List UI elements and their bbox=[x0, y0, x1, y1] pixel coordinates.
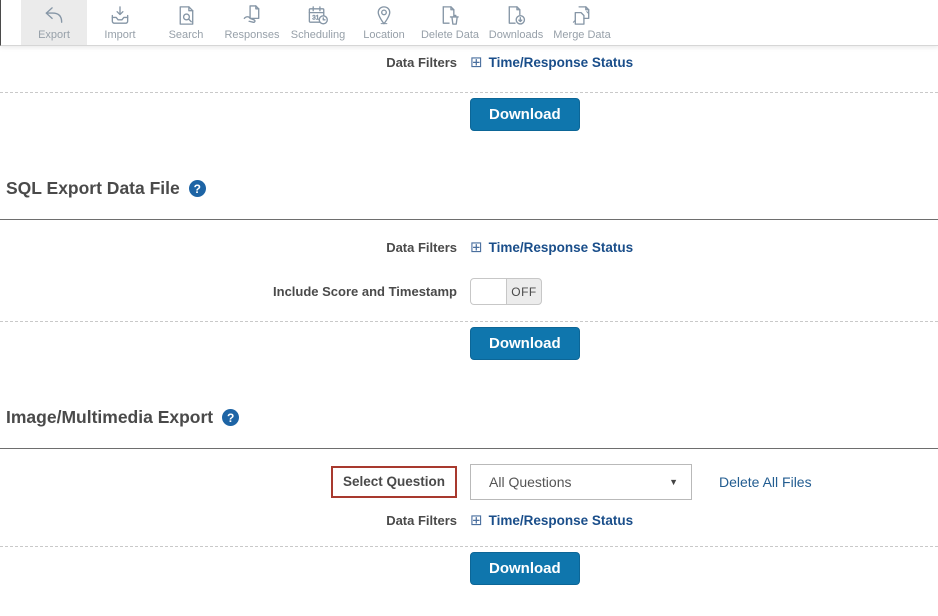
toolbar-item-responses[interactable]: Responses bbox=[219, 0, 285, 45]
section-top-export: Data Filters ⊞ Time/Response Status Down… bbox=[0, 55, 938, 154]
toolbar-item-label: Responses bbox=[224, 29, 279, 41]
time-response-status-label: Time/Response Status bbox=[489, 240, 634, 255]
help-icon[interactable]: ? bbox=[189, 180, 206, 197]
toolbar-item-scheduling[interactable]: 31 Scheduling bbox=[285, 0, 351, 45]
select-question-label-highlighted: Select Question bbox=[331, 466, 457, 498]
data-filters-label: Data Filters bbox=[0, 240, 457, 255]
toolbar-item-location[interactable]: Location bbox=[351, 0, 417, 45]
toolbar-item-import[interactable]: Import bbox=[87, 0, 153, 45]
section-media-export: Image/Multimedia Export ? Select Questio… bbox=[0, 407, 938, 608]
data-filters-label: Data Filters bbox=[0, 513, 457, 528]
toolbar-item-merge-data[interactable]: Merge Data bbox=[549, 0, 615, 45]
sql-export-title: SQL Export Data File bbox=[6, 178, 180, 199]
responses-icon bbox=[240, 4, 264, 27]
toolbar-item-export[interactable]: Export bbox=[21, 0, 87, 45]
toolbar-item-label: Location bbox=[363, 29, 405, 41]
download-button[interactable]: Download bbox=[470, 98, 580, 131]
location-icon bbox=[372, 4, 396, 27]
chevron-down-icon: ▼ bbox=[669, 477, 678, 487]
media-export-heading: Image/Multimedia Export ? bbox=[6, 407, 938, 428]
toolbar-item-label: Merge Data bbox=[553, 29, 610, 41]
help-icon[interactable]: ? bbox=[222, 409, 239, 426]
merge-data-icon bbox=[570, 4, 594, 27]
delete-all-files-link[interactable]: Delete All Files bbox=[719, 474, 812, 490]
expand-icon: ⊞ bbox=[470, 55, 483, 70]
toolbar-item-delete-data[interactable]: Delete Data bbox=[417, 0, 483, 45]
expand-icon: ⊞ bbox=[470, 513, 483, 528]
toolbar-item-label: Import bbox=[104, 29, 135, 41]
media-export-body: Select Question All Questions ▼ Delete A… bbox=[0, 448, 938, 608]
download-button[interactable]: Download bbox=[470, 327, 580, 360]
media-export-title: Image/Multimedia Export bbox=[6, 407, 213, 428]
downloads-icon bbox=[504, 4, 528, 27]
expand-icon: ⊞ bbox=[470, 240, 483, 255]
time-response-status-link[interactable]: ⊞ Time/Response Status bbox=[470, 240, 633, 255]
toolbar-item-search[interactable]: Search bbox=[153, 0, 219, 45]
toggle-knob bbox=[471, 279, 507, 304]
scheduling-icon: 31 bbox=[306, 4, 330, 27]
question-select-dropdown[interactable]: All Questions ▼ bbox=[470, 464, 692, 500]
time-response-status-label: Time/Response Status bbox=[489, 513, 634, 528]
toolbar-item-label: Search bbox=[169, 29, 204, 41]
include-score-toggle[interactable]: OFF bbox=[470, 278, 542, 305]
toggle-state-label: OFF bbox=[507, 279, 541, 304]
toolbar-item-label: Scheduling bbox=[291, 29, 345, 41]
section-sql-export: SQL Export Data File ? Data Filters ⊞ Ti… bbox=[0, 178, 938, 383]
toolbar-item-downloads[interactable]: Downloads bbox=[483, 0, 549, 45]
time-response-status-link[interactable]: ⊞ Time/Response Status bbox=[470, 513, 633, 528]
delete-data-icon bbox=[438, 4, 462, 27]
question-select-value: All Questions bbox=[489, 474, 571, 490]
top-toolbar: Export Import Search Responses 31 bbox=[0, 0, 938, 46]
time-response-status-link[interactable]: ⊞ Time/Response Status bbox=[470, 55, 633, 70]
import-icon bbox=[108, 4, 132, 27]
svg-text:31: 31 bbox=[312, 14, 319, 21]
sql-export-heading: SQL Export Data File ? bbox=[6, 178, 938, 199]
search-icon bbox=[174, 4, 198, 27]
download-button[interactable]: Download bbox=[470, 552, 580, 585]
data-filters-label: Data Filters bbox=[0, 55, 457, 70]
export-icon bbox=[42, 4, 66, 27]
toolbar-item-label: Delete Data bbox=[421, 29, 479, 41]
toolbar-item-label: Downloads bbox=[489, 29, 543, 41]
sql-export-body: Data Filters ⊞ Time/Response Status Incl… bbox=[0, 219, 938, 383]
toolbar-item-label: Export bbox=[38, 29, 70, 41]
time-response-status-label: Time/Response Status bbox=[489, 55, 634, 70]
include-score-label: Include Score and Timestamp bbox=[0, 284, 457, 299]
